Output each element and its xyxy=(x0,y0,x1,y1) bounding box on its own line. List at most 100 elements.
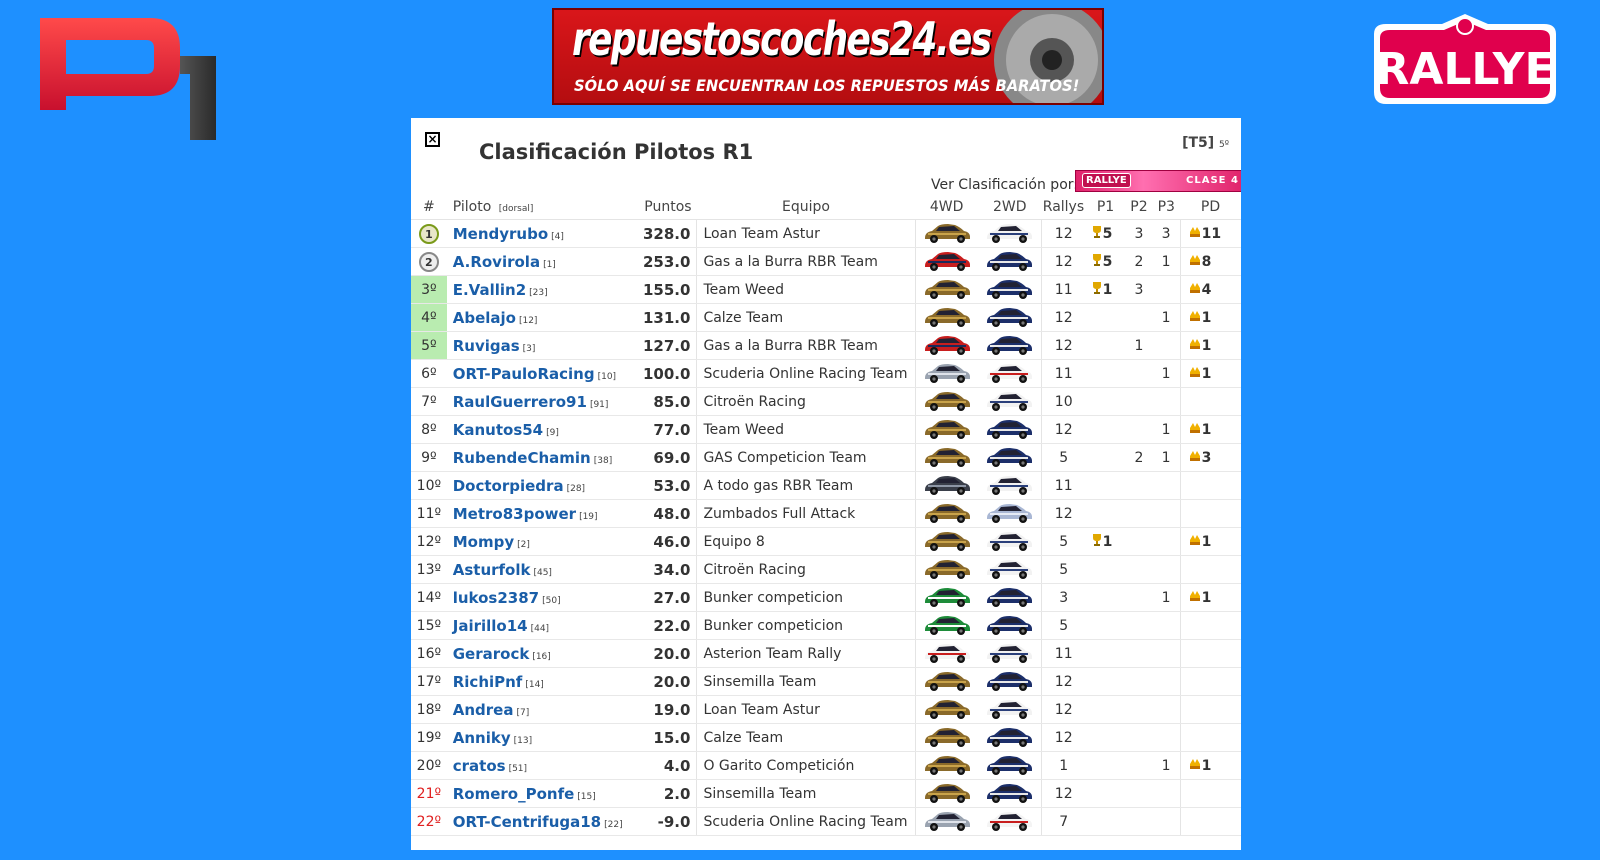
car-2wd-icon xyxy=(978,359,1042,388)
car-4wd-icon xyxy=(915,611,979,640)
table-row[interactable]: 1 Mendyrubo [4] 328.0 Loan Team Astur 12 5 3 3 11 xyxy=(411,219,1241,248)
table-row[interactable]: 2 A.Rovirola [1] 253.0 Gas a la Burra RBR Te… xyxy=(411,247,1241,276)
pilot-cell: RaulGuerrero91 [91] xyxy=(446,387,639,416)
car-4wd-icon xyxy=(915,779,979,808)
table-row[interactable]: 3º E.Vallin2 [23] 155.0 Team Weed 11 1 3 4 xyxy=(411,275,1241,304)
pilot-cell: E.Vallin2 [23] xyxy=(446,275,639,304)
col-points[interactable]: Puntos xyxy=(638,195,697,220)
podium-icon xyxy=(1189,534,1200,545)
table-row[interactable]: 16º Gerarock [16] 20.0 Asterion Team Rally 11 xyxy=(411,639,1241,668)
p1-count: 5 xyxy=(1102,253,1113,270)
rallys-cell: 1 xyxy=(1040,751,1086,780)
pilot-name-link[interactable]: RaulGuerrero91 xyxy=(453,393,587,411)
car-4wd-icon xyxy=(915,219,979,248)
car-4wd-icon xyxy=(915,723,979,752)
table-row[interactable]: 19º Anniky [13] 15.0 Calze Team 12 xyxy=(411,723,1241,752)
pilot-name-link[interactable]: Abelajo xyxy=(453,309,516,327)
car-2wd-icon xyxy=(978,583,1042,612)
team-cell: Bunker competicion xyxy=(696,611,916,640)
p1-cell xyxy=(1085,499,1126,528)
table-row[interactable]: 14º lukos2387 [50] 27.0 Bunker competicion 3 1… xyxy=(411,583,1241,612)
pilot-name-link[interactable]: RichiPnf xyxy=(453,673,523,691)
pilot-name-link[interactable]: ORT-PauloRacing xyxy=(453,365,595,383)
p2-cell xyxy=(1125,723,1153,752)
team-cell: Citroën Racing xyxy=(696,555,916,584)
table-row[interactable]: 4º Abelajo [12] 131.0 Calze Team 12 1 1 xyxy=(411,303,1241,332)
pd-cell xyxy=(1179,695,1241,724)
pilot-name-link[interactable]: Ruvigas xyxy=(453,337,520,355)
pilot-dorsal: [22] xyxy=(604,819,623,830)
pd-cell: 1 xyxy=(1179,751,1241,780)
table-row[interactable]: 18º Andrea [7] 19.0 Loan Team Astur 12 xyxy=(411,695,1241,724)
car-4wd-icon xyxy=(915,275,979,304)
pilot-name-link[interactable]: RubendeChamin xyxy=(453,449,591,467)
rallys-cell: 10 xyxy=(1040,387,1086,416)
points-cell: 155.0 xyxy=(638,275,697,304)
pd-cell: 1 xyxy=(1179,583,1241,612)
p2-cell xyxy=(1125,779,1153,808)
pilot-name-link[interactable]: Doctorpiedra xyxy=(453,477,564,495)
p1-cell xyxy=(1085,695,1126,724)
col-team: Equipo xyxy=(696,195,916,220)
pilot-name-link[interactable]: Anniky xyxy=(453,729,511,747)
pilot-dorsal: [28] xyxy=(566,483,586,494)
pilot-name-link[interactable]: Mompy xyxy=(453,533,514,551)
car-2wd-icon xyxy=(978,695,1042,724)
table-row[interactable]: 8º Kanutos54 [9] 77.0 Team Weed 12 1 1 xyxy=(411,415,1241,444)
team-cell: Zumbados Full Attack xyxy=(696,499,916,528)
table-row[interactable]: 22º ORT-Centrifuga18 [22] -9.0 Scuderia Onli… xyxy=(411,807,1241,836)
pilot-dorsal: [12] xyxy=(518,315,538,326)
trophy-icon xyxy=(1092,281,1101,294)
pilot-dorsal: [16] xyxy=(532,651,551,662)
pd-count: 1 xyxy=(1201,421,1212,438)
pilot-cell: Mendyrubo [4] xyxy=(446,219,639,248)
pilot-name-link[interactable]: Romero_Ponfe xyxy=(453,785,575,803)
pilot-dorsal: [13] xyxy=(513,735,533,746)
pilot-name-link[interactable]: lukos2387 xyxy=(453,589,539,607)
table-row[interactable]: 7º RaulGuerrero91 [91] 85.0 Citroën Racing 10 xyxy=(411,387,1241,416)
team-cell: Gas a la Burra RBR Team xyxy=(696,331,916,360)
car-4wd-icon xyxy=(915,583,979,612)
table-row[interactable]: 9º RubendeChamin [38] 69.0 GAS Competicion T… xyxy=(411,443,1241,472)
points-cell: 2.0 xyxy=(638,779,697,808)
pilot-name-link[interactable]: ORT-Centrifuga18 xyxy=(453,813,601,831)
table-row[interactable]: 5º Ruvigas [3] 127.0 Gas a la Burra RBR Team… xyxy=(411,331,1241,360)
p3-cell: 1 xyxy=(1152,359,1181,388)
table-row[interactable]: 10º Doctorpiedra [28] 53.0 A todo gas RBR Te… xyxy=(411,471,1241,500)
team-cell: Sinsemilla Team xyxy=(696,667,916,696)
table-row[interactable]: 21º Romero_Ponfe [15] 2.0 Sinsemilla Team 12 xyxy=(411,779,1241,808)
p1-cell xyxy=(1085,443,1126,472)
pilot-name-link[interactable]: E.Vallin2 xyxy=(453,281,526,299)
rallys-cell: 12 xyxy=(1040,303,1086,332)
pilot-name-link[interactable]: Kanutos54 xyxy=(453,421,543,439)
pilot-name-link[interactable]: Metro83power xyxy=(453,505,576,523)
p2-cell: 2 xyxy=(1125,247,1153,276)
table-row[interactable]: 6º ORT-PauloRacing [10] 100.0 Scuderia Onlin… xyxy=(411,359,1241,388)
table-row[interactable]: 20º cratos [51] 4.0 O Garito Competición 1 1 1 xyxy=(411,751,1241,780)
ad-banner[interactable]: repuestoscoches24.es SÓLO AQUÍ SE ENCUEN… xyxy=(552,8,1104,105)
pilot-name-link[interactable]: Gerarock xyxy=(453,645,530,663)
pilot-name-link[interactable]: Asturfolk xyxy=(453,561,531,579)
pilot-name-link[interactable]: cratos xyxy=(453,757,506,775)
car-4wd-icon xyxy=(915,807,979,836)
col-pilot[interactable]: Piloto [dorsal] xyxy=(446,195,639,220)
position-cell: 3º xyxy=(411,275,447,304)
class-filter-button[interactable]: RALLYE CLASE 4 xyxy=(1075,170,1241,192)
rallys-cell: 5 xyxy=(1040,443,1086,472)
pilot-name-link[interactable]: Andrea xyxy=(453,701,514,719)
table-row[interactable]: 13º Asturfolk [45] 34.0 Citroën Racing 5 xyxy=(411,555,1241,584)
pilot-name-link[interactable]: Mendyrubo xyxy=(453,225,548,243)
table-row[interactable]: 15º Jairillo14 [44] 22.0 Bunker competicion 5 xyxy=(411,611,1241,640)
podium-icon xyxy=(1189,310,1200,321)
table-row[interactable]: 11º Metro83power [19] 48.0 Zumbados Full Att… xyxy=(411,499,1241,528)
podium-icon xyxy=(1189,226,1200,237)
pilot-name-link[interactable]: Jairillo14 xyxy=(453,617,528,635)
table-row[interactable]: 12º Mompy [2] 46.0 Equipo 8511 xyxy=(411,527,1241,556)
col-pd: PD xyxy=(1180,195,1241,220)
pilot-name-link[interactable]: A.Rovirola xyxy=(453,253,540,271)
table-row[interactable]: 17º RichiPnf [14] 20.0 Sinsemilla Team 12 xyxy=(411,667,1241,696)
close-icon[interactable]: × xyxy=(425,132,440,147)
position-cell: 2 xyxy=(411,247,447,276)
p1-count: 1 xyxy=(1102,281,1113,298)
rallys-cell: 7 xyxy=(1040,807,1086,836)
